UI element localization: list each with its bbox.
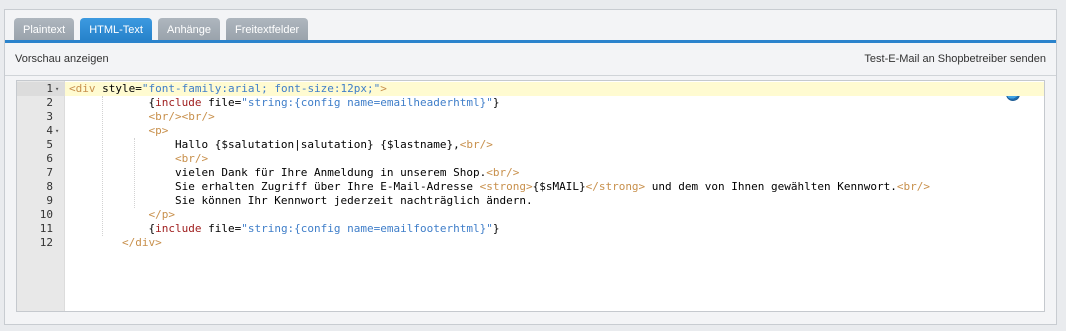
code-token: vielen Dank für Ihre Anmeldung in unsere… [69,166,487,179]
fold-arrow-icon[interactable]: ▾ [55,82,59,96]
line-number: 7 [46,166,53,179]
code-token: { [69,222,156,235]
code-line[interactable]: 3 <br/><br/> [17,110,1044,124]
line-number: 2 [46,96,53,109]
code-token: </div> [69,236,162,249]
code-token: </strong> [585,180,646,193]
code-token: include [155,222,202,235]
code-token: include [155,96,202,109]
code-content: </p> [69,208,175,222]
code-token: Sie können Ihr Kennwort jederzeit nachtr… [69,194,533,207]
code-line[interactable]: 7 vielen Dank für Ihre Anmeldung in unse… [17,166,1044,180]
send-test-mail-button[interactable]: Test-E-Mail an Shopbetreiber senden [864,53,1046,65]
line-number: 8 [46,180,53,193]
code-token: <br/> [69,152,209,165]
code-token: </p> [69,208,175,221]
line-number: 3 [46,110,53,123]
fold-arrow-icon[interactable]: ▾ [55,124,59,138]
code-token: } [492,222,500,235]
editor-toolbar: Vorschau anzeigen Test-E-Mail an Shopbet… [5,43,1056,76]
line-number: 4 [46,124,53,137]
code-line[interactable]: 6 <br/> [17,152,1044,166]
preview-button[interactable]: Vorschau anzeigen [15,53,109,65]
code-token: <p> [69,124,169,137]
code-line[interactable]: 10 </p> [17,208,1044,222]
code-token: <br/> [896,180,930,193]
code-line[interactable]: 11 {include file="string:{config name=em… [17,222,1044,236]
code-token: } [492,96,500,109]
code-token: Sie erhalten Zugriff über Ihre E-Mail-Ad… [69,180,480,193]
code-token: Hallo {$salutation|salutation} {$lastnam… [69,138,460,151]
code-content: <br/> [69,152,208,166]
tab-html-text[interactable]: HTML-Text [80,18,152,42]
tab-freitextfelder[interactable]: Freitextfelder [226,18,309,42]
code-token: "font-family:arial; font-size:12px;" [141,82,381,95]
code-token: <br/> [486,166,520,179]
code-line[interactable]: 8 Sie erhalten Zugriff über Ihre E-Mail-… [17,180,1044,194]
code-editor[interactable]: 1 ▾ <div style="font-family:arial; font-si… [16,80,1045,312]
code-token: > [380,82,387,95]
code-content: Sie erhalten Zugriff über Ihre E-Mail-Ad… [69,180,930,194]
indent-guide [102,96,103,236]
line-number: 12 [39,236,53,249]
code-token: <br/> [459,138,493,151]
code-line[interactable]: 9 Sie können Ihr Kennwort jederzeit nach… [17,194,1044,208]
code-content: vielen Dank für Ihre Anmeldung in unsere… [69,166,519,180]
code-line[interactable]: 2 {include file="string:{config name=ema… [17,96,1044,110]
code-content: Hallo {$salutation|salutation} {$lastnam… [69,138,493,152]
line-number: 10 [39,208,53,221]
line-number: 6 [46,152,53,165]
line-number: 1 [46,82,53,95]
code-token: style= [102,82,142,95]
code-token: "string:{config name=emailheaderhtml}" [241,96,493,109]
code-token: file= [201,96,242,109]
code-token: { [69,96,156,109]
code-content: <div style="font-family:arial; font-size… [69,82,387,96]
code-content: <br/><br/> [69,110,215,124]
code-token: <strong> [479,180,533,193]
code-content: Sie können Ihr Kennwort jederzeit nachtr… [69,194,533,208]
code-line[interactable]: 1 ▾ <div style="font-family:arial; font-si… [17,82,1044,96]
code-content: <p> [69,124,168,138]
code-line[interactable]: 4 ▾ <p> [17,124,1044,138]
code-token: file= [201,222,242,235]
tab-bar: Plaintext HTML-Text Anhänge Freitextfelder [14,18,309,42]
code-token: und dem von Ihnen gewählten Kennwort. [645,180,897,193]
code-token: <div [69,82,103,95]
mail-template-panel: Plaintext HTML-Text Anhänge Freitextfelder … [4,9,1057,325]
line-number: 5 [46,138,53,151]
line-number: 11 [39,222,53,235]
code-token: {$sMAIL} [532,180,586,193]
code-content: {include file="string:{config name=email… [69,222,500,236]
tab-anh-nge[interactable]: Anhänge [157,18,221,42]
indent-guide [134,138,135,208]
code-line[interactable]: 12 </div> [17,236,1044,250]
code-token: <br/><br/> [69,110,215,123]
tab-plaintext[interactable]: Plaintext [14,18,75,42]
code-token: "string:{config name=emailfooterhtml}" [241,222,493,235]
code-line[interactable]: 5 Hallo {$salutation|salutation} {$lastn… [17,138,1044,152]
line-number: 9 [46,194,53,207]
code-content: </div> [69,236,162,250]
code-content: {include file="string:{config name=email… [69,96,500,110]
